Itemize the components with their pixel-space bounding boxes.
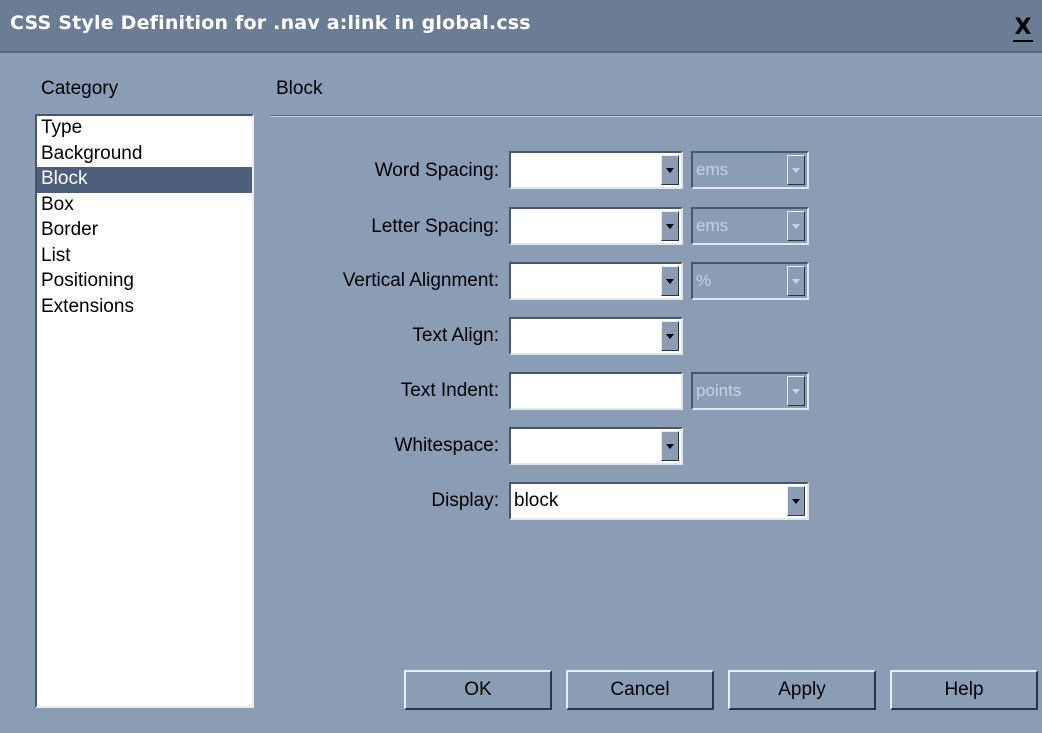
display-select[interactable]: block xyxy=(509,482,809,520)
text-align-select[interactable] xyxy=(509,317,683,355)
chevron-down-icon[interactable] xyxy=(661,266,679,296)
chevron-down-icon xyxy=(787,376,805,406)
word-spacing-label: Word Spacing: xyxy=(374,160,499,181)
chevron-down-icon xyxy=(787,155,805,185)
vertical-alignment-select[interactable] xyxy=(509,262,683,300)
letter-spacing-label: Letter Spacing: xyxy=(371,216,499,237)
word-spacing-unit-select: ems xyxy=(691,151,809,189)
category-item-block[interactable]: Block xyxy=(37,167,252,193)
category-item-extensions[interactable]: Extensions xyxy=(37,295,252,321)
apply-button[interactable]: Apply xyxy=(728,670,876,710)
vertical-alignment-unit-select: % xyxy=(691,262,809,300)
text-indent-label: Text Indent: xyxy=(400,380,499,401)
chevron-down-icon[interactable] xyxy=(661,321,679,351)
text-indent-unit-select: points xyxy=(691,372,809,410)
category-item-type[interactable]: Type xyxy=(37,116,252,142)
letter-spacing-unit-select: ems xyxy=(691,207,809,245)
chevron-down-icon[interactable] xyxy=(661,155,679,185)
chevron-down-icon[interactable] xyxy=(787,486,805,516)
category-item-box[interactable]: Box xyxy=(37,193,252,219)
section-title: Block xyxy=(276,78,323,99)
chevron-down-icon xyxy=(787,211,805,241)
cancel-button[interactable]: Cancel xyxy=(566,670,714,710)
window-title: CSS Style Definition for .nav a:link in … xyxy=(10,12,531,34)
chevron-down-icon[interactable] xyxy=(661,431,679,461)
text-align-label: Text Align: xyxy=(412,325,499,346)
category-item-positioning[interactable]: Positioning xyxy=(37,269,252,295)
vertical-alignment-label: Vertical Alignment: xyxy=(342,270,499,291)
section-divider xyxy=(270,115,1042,117)
help-button[interactable]: Help xyxy=(890,670,1038,710)
chevron-down-icon xyxy=(787,266,805,296)
chevron-down-icon[interactable] xyxy=(661,211,679,241)
word-spacing-select[interactable] xyxy=(509,151,683,189)
ok-button[interactable]: OK xyxy=(404,670,552,710)
title-bar: CSS Style Definition for .nav a:link in … xyxy=(0,0,1042,53)
whitespace-select[interactable] xyxy=(509,427,683,465)
category-item-border[interactable]: Border xyxy=(37,218,252,244)
text-indent-input[interactable] xyxy=(509,372,683,410)
category-list[interactable]: Type Background Block Box Border List Po… xyxy=(35,114,254,708)
close-button[interactable]: X xyxy=(1009,14,1037,42)
close-icon: X xyxy=(1012,15,1034,42)
letter-spacing-select[interactable] xyxy=(509,207,683,245)
category-label: Category xyxy=(41,78,119,99)
display-label: Display: xyxy=(431,490,499,511)
whitespace-label: Whitespace: xyxy=(394,435,499,456)
category-item-background[interactable]: Background xyxy=(37,142,252,168)
category-item-list[interactable]: List xyxy=(37,244,252,270)
